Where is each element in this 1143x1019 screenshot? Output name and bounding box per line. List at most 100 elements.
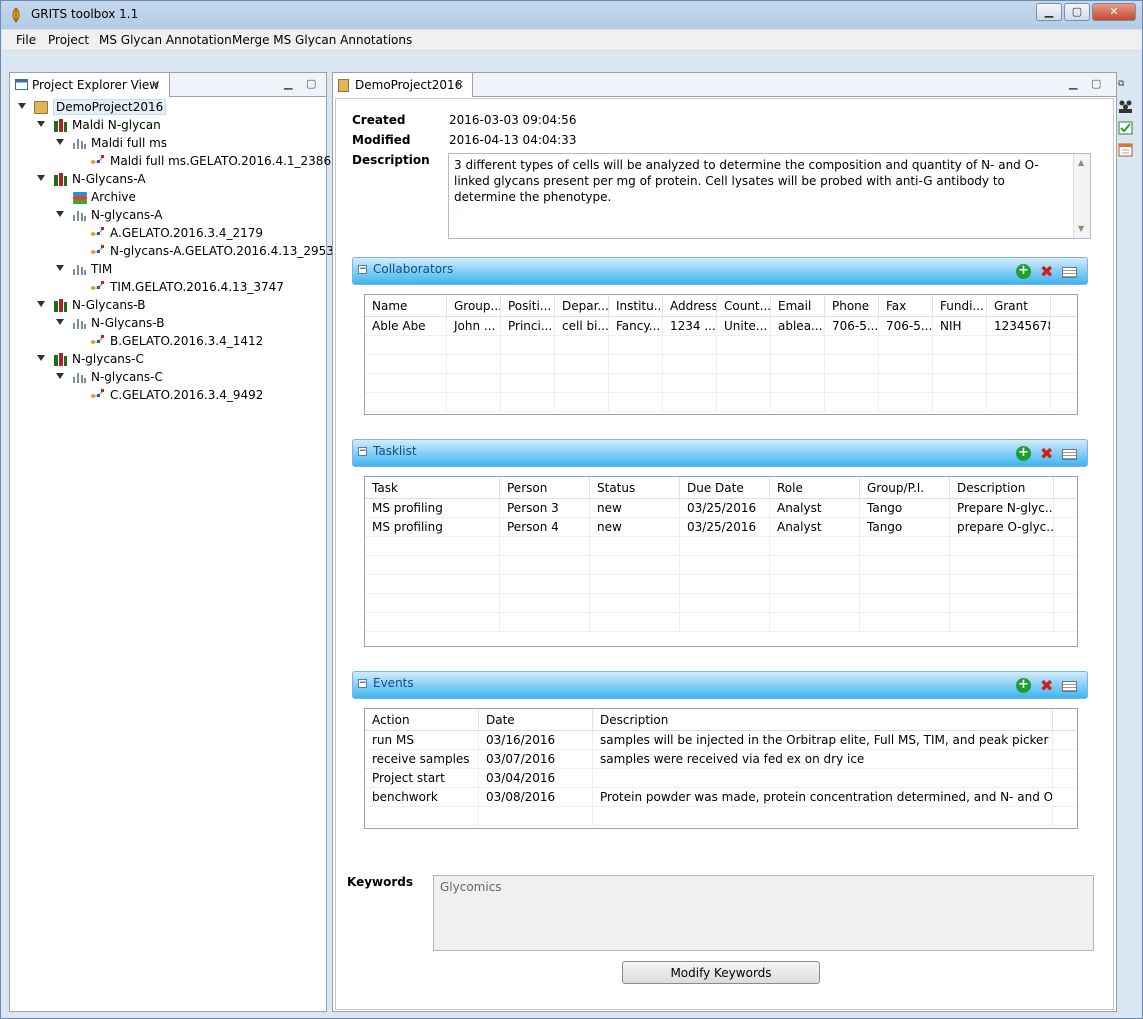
column-header[interactable]: Depar... [555,295,609,317]
expand-arrow-icon[interactable] [56,211,64,217]
column-header[interactable]: Phone [825,295,879,317]
maximize-pane-icon[interactable]: ▢ [1091,77,1101,90]
close-tab-icon[interactable]: ✕ [151,78,160,91]
tree-node[interactable]: A.GELATO.2016.3.4_2179 [10,225,326,243]
table-cell [879,355,933,374]
column-header[interactable]: Institu... [609,295,663,317]
description-scrollbar[interactable]: ▲ ▼ [1073,154,1090,238]
tree-node[interactable]: DemoProject2016 [10,99,326,117]
tree-node[interactable]: TIM.GELATO.2016.4.13_3747 [10,279,326,297]
delete-event-icon[interactable]: ✖ [1040,676,1053,695]
expand-arrow-icon[interactable] [56,319,64,325]
tree-node[interactable]: N-glycans-C [10,351,326,369]
add-collaborator-icon[interactable]: + [1016,264,1031,279]
column-header[interactable]: Fundi... [933,295,987,317]
table-row[interactable]: MS profiling Person 4 new 03/25/2016 Analyst… [365,518,1077,537]
column-header[interactable]: Description [950,477,1054,499]
table-row[interactable]: benchwork 03/08/2016 Protein powder was ma… [365,788,1077,807]
tree-node[interactable]: N-Glycans-B [10,315,326,333]
tree-node[interactable]: N-Glycans-A [10,171,326,189]
column-header[interactable]: Description [593,709,1053,731]
description-textarea[interactable]: 3 different types of cells will be analy… [448,153,1091,239]
tree-node[interactable]: Maldi N-glycan [10,117,326,135]
maximize-pane-icon[interactable]: ▢ [306,77,316,90]
tasklist-icon[interactable] [1118,121,1133,135]
events-calendar-icon[interactable] [1118,143,1133,157]
menu-project[interactable]: Project [48,33,89,47]
add-task-icon[interactable]: + [1016,446,1031,461]
restore-icon[interactable]: ⧉ [1118,79,1133,93]
expand-arrow-icon[interactable] [37,175,45,181]
scroll-up-icon[interactable]: ▲ [1078,155,1084,171]
minimize-pane-icon[interactable]: ▁ [284,77,292,90]
list-view-icon[interactable] [1062,267,1077,278]
expand-arrow-icon[interactable] [18,103,26,109]
column-header[interactable]: Action [365,709,479,731]
menu-ms-glycan-annotation[interactable]: MS Glycan Annotation [99,33,232,47]
delete-collaborator-icon[interactable]: ✖ [1040,262,1053,281]
table-row[interactable]: run MS 03/16/2016 samples will be injected… [365,731,1077,750]
list-view-icon[interactable] [1062,681,1077,692]
minimize-pane-icon[interactable]: ▁ [1069,77,1077,90]
column-header[interactable]: Group/P.I. [860,477,950,499]
tree-node[interactable]: N-glycans-C [10,369,326,387]
table-row[interactable]: receive samples 03/07/2016 samples were re… [365,750,1077,769]
delete-task-icon[interactable]: ✖ [1040,444,1053,463]
column-header[interactable]: Status [590,477,680,499]
minimize-button[interactable]: ▁ [1036,3,1062,21]
tree-node[interactable]: Maldi full ms [10,135,326,153]
column-header[interactable]: Address [663,295,717,317]
column-header[interactable]: Grant [987,295,1051,317]
tree-node[interactable]: TIM [10,261,326,279]
keywords-field[interactable]: Glycomics [433,875,1094,951]
table-row[interactable]: Project start 03/04/2016 [365,769,1077,788]
list-view-icon[interactable] [1062,449,1077,460]
tab-project-explorer[interactable]: Project Explorer View ✕ [10,73,170,97]
tree-node[interactable]: N-glycans-A [10,207,326,225]
table-cell [479,807,593,826]
column-header[interactable]: Person [500,477,590,499]
table-row[interactable]: MS profiling Person 3 new 03/25/2016 Analyst… [365,499,1077,518]
tree-node[interactable]: N-glycans-A.GELATO.2016.4.13_2953 [10,243,334,261]
column-header[interactable]: Due Date [680,477,770,499]
expand-arrow-icon[interactable] [56,139,64,145]
tree-node-label: N-glycans-C [91,370,163,384]
tree-node[interactable]: N-Glycans-B [10,297,326,315]
maximize-button[interactable]: ▢ [1064,3,1090,21]
collapse-icon[interactable]: − [358,679,367,688]
expand-arrow-icon[interactable] [37,121,45,127]
events-section-header[interactable]: − Events + ✖ [352,671,1088,699]
collaborators-section-header[interactable]: − Collaborators + ✖ [352,257,1088,285]
column-header[interactable]: Fax [879,295,933,317]
column-header[interactable]: Count... [717,295,771,317]
scroll-down-icon[interactable]: ▼ [1078,221,1084,237]
expand-arrow-icon[interactable] [37,301,45,307]
column-header[interactable]: Date [479,709,593,731]
expand-arrow-icon[interactable] [56,373,64,379]
column-header[interactable]: Group... [447,295,501,317]
column-header[interactable]: Positi... [501,295,555,317]
column-header[interactable]: Email [771,295,825,317]
column-header[interactable]: Role [770,477,860,499]
menu-merge-ms-glycan-annotations[interactable]: Merge MS Glycan Annotations [232,33,412,47]
expand-arrow-icon[interactable] [56,265,64,271]
modify-keywords-button[interactable]: Modify Keywords [622,961,820,984]
tree-node[interactable]: B.GELATO.2016.3.4_1412 [10,333,326,351]
column-header[interactable]: Task [365,477,500,499]
archive-icon [73,192,87,204]
add-event-icon[interactable]: + [1016,678,1031,693]
expand-arrow-icon[interactable] [37,355,45,361]
table-row[interactable]: Able Abe John ... Princi... cell bi... Fancy… [365,317,1077,336]
tree-node[interactable]: C.GELATO.2016.3.4_9492 [10,387,326,405]
tree-node[interactable]: Maldi full ms.GELATO.2016.4.1_2386 [10,153,331,171]
tree-node[interactable]: Archive [10,189,326,207]
collapse-icon[interactable]: − [358,447,367,456]
close-window-button[interactable]: ✕ [1092,3,1136,21]
column-header[interactable]: Name [365,295,447,317]
menu-file[interactable]: File [16,33,36,47]
tasklist-section-header[interactable]: − Tasklist + ✖ [352,439,1088,467]
close-tab-icon[interactable]: ✕ [455,78,464,91]
collaborators-icon[interactable] [1118,99,1133,113]
tab-demoproject2016[interactable]: DemoProject2016 ✕ [333,73,473,97]
collapse-icon[interactable]: − [358,265,367,274]
